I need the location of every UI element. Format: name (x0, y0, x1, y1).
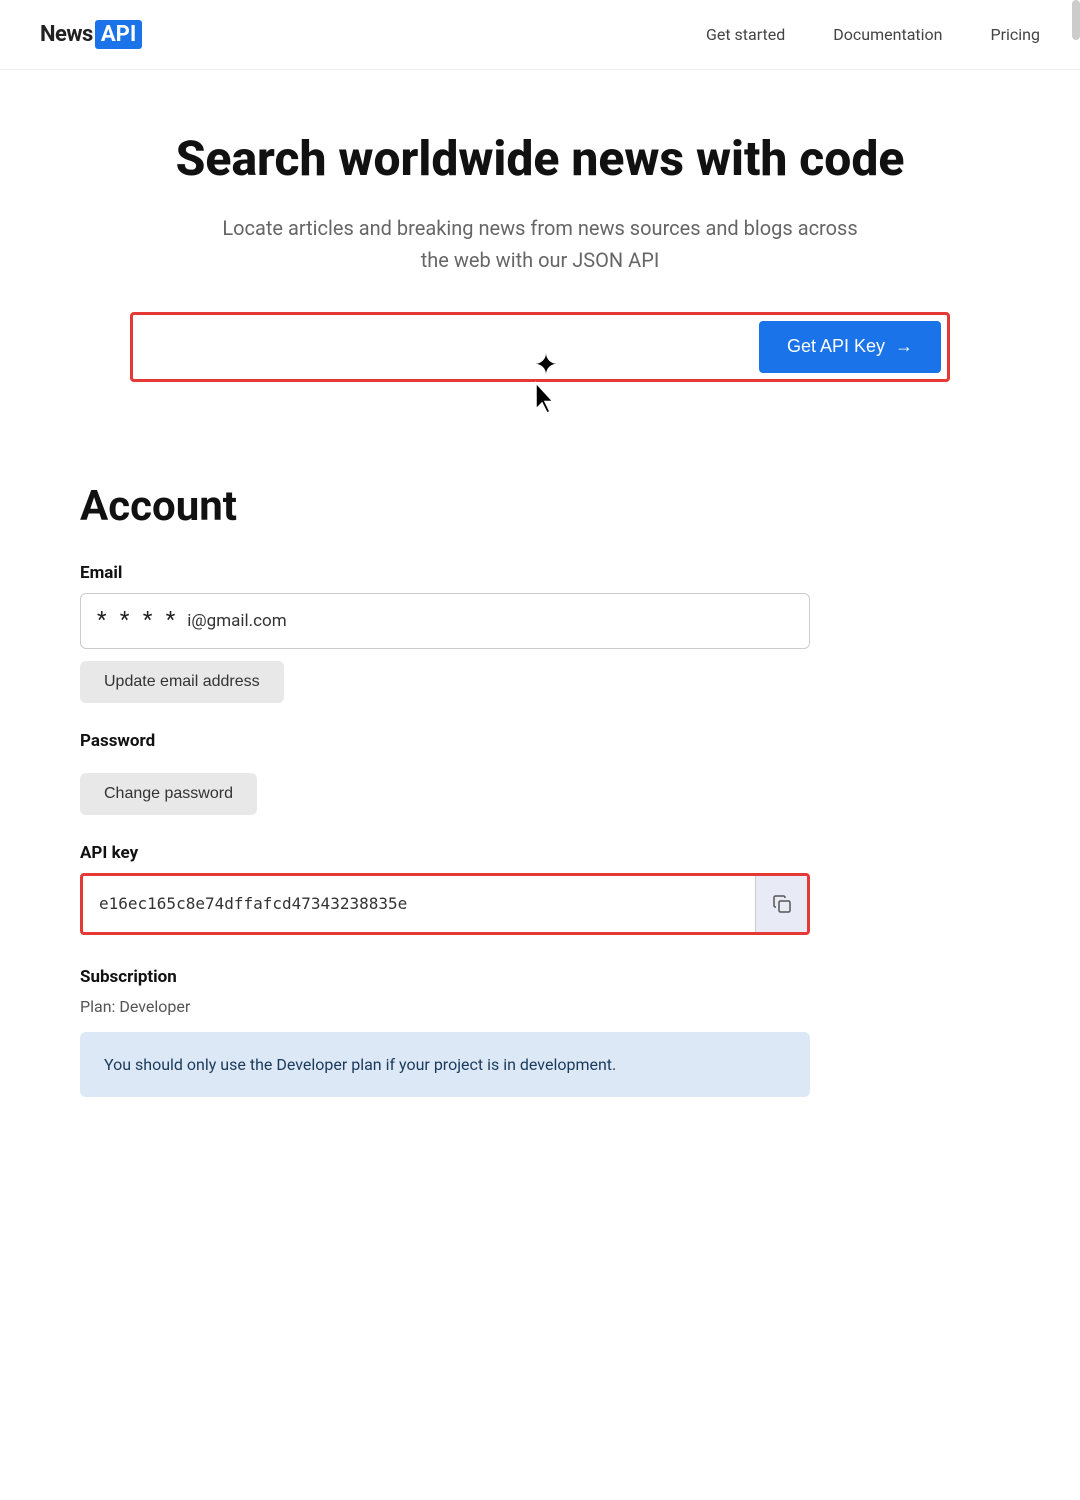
api-key-wrapper (80, 873, 810, 935)
cta-row: Get API Key → ✦ (130, 312, 950, 382)
main-content: Account Email * * * * i@gmail.com Update… (0, 422, 1080, 1138)
email-partial: i@gmail.com (187, 611, 286, 631)
arrow-right-icon: → (895, 336, 913, 357)
get-api-key-label: Get API Key (787, 336, 885, 357)
nav-item-documentation[interactable]: Documentation (833, 25, 942, 44)
nav-links: Get started Documentation Pricing (706, 25, 1040, 44)
nav-item-pricing[interactable]: Pricing (991, 25, 1041, 44)
email-field-group: Email * * * * i@gmail.com Update email a… (80, 563, 1000, 703)
developer-plan-info-box: You should only use the Developer plan i… (80, 1032, 810, 1098)
cta-email-input[interactable] (139, 321, 759, 373)
nav-link-documentation[interactable]: Documentation (833, 25, 942, 44)
copy-icon (772, 894, 792, 914)
api-key-input[interactable] (83, 876, 755, 932)
api-key-copy-button[interactable] (755, 876, 807, 932)
email-display: * * * * i@gmail.com (97, 608, 287, 633)
nav-link-pricing[interactable]: Pricing (991, 25, 1041, 44)
email-label: Email (80, 563, 1000, 583)
navbar: NewsAPI Get started Documentation Pricin… (0, 0, 1080, 70)
developer-plan-info-text: You should only use the Developer plan i… (104, 1052, 786, 1078)
password-field-group: Password Change password (80, 731, 1000, 815)
subscription-section: Subscription Plan: Developer You should … (80, 967, 1000, 1098)
password-label: Password (80, 731, 1000, 751)
hero-subtitle: Locate articles and breaking news from n… (220, 212, 860, 276)
api-key-field-group: API key (80, 843, 1000, 935)
hero-section: Search worldwide news with code Locate a… (0, 70, 1080, 422)
scrollbar (1072, 0, 1080, 40)
nav-item-get-started[interactable]: Get started (706, 25, 785, 44)
nav-link-get-started[interactable]: Get started (706, 25, 785, 44)
email-asterisks: * * * * (97, 608, 179, 633)
email-input-wrapper: * * * * i@gmail.com (80, 593, 810, 649)
plan-label: Plan: Developer (80, 997, 1000, 1016)
subscription-label: Subscription (80, 967, 1000, 987)
get-api-key-button[interactable]: Get API Key → (759, 321, 941, 373)
change-password-button[interactable]: Change password (80, 773, 257, 815)
update-email-button[interactable]: Update email address (80, 661, 284, 703)
logo-news-text: News (40, 22, 93, 47)
logo[interactable]: NewsAPI (40, 20, 142, 49)
account-section-title: Account (80, 482, 1000, 531)
logo-api-text: API (95, 20, 142, 49)
api-key-label: API key (80, 843, 1000, 863)
hero-title: Search worldwide news with code (80, 130, 1000, 188)
